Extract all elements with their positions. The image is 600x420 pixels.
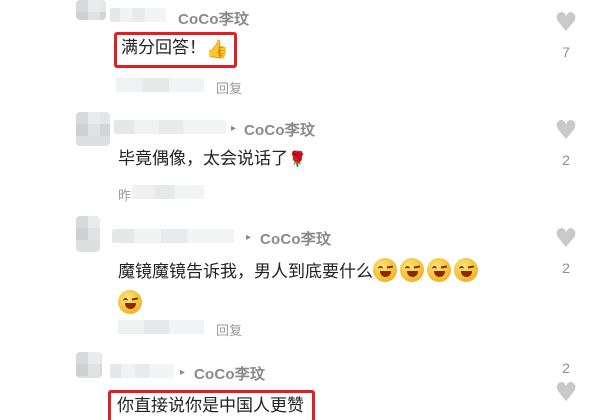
comment-text: 毕竟偶像，太会说话了🌹: [118, 149, 307, 169]
grinning-emoji-icon: [427, 258, 451, 282]
like-count: 2: [562, 260, 570, 276]
thumbs-up-emoji-icon: 👍: [206, 39, 229, 60]
blurred-username[interactable]: [114, 120, 226, 134]
like-count: 2: [562, 152, 570, 168]
reply-to-username[interactable]: CoCo李玟: [178, 8, 249, 29]
blurred-username[interactable]: [110, 8, 166, 22]
comment-item: ▸ CoCo李玟 魔镜魔镜告诉我，男人到底要什么 回复 ♥ 2: [0, 216, 600, 346]
like-button[interactable]: ♥ 2: [551, 226, 581, 276]
reply-arrow-icon: ▸: [246, 232, 252, 243]
blurred-username[interactable]: [110, 364, 174, 378]
reply-to-username[interactable]: CoCo李玟: [244, 119, 315, 140]
blurred-username[interactable]: [112, 229, 234, 243]
like-count: 7: [562, 44, 570, 60]
heart-icon: ♥: [554, 8, 578, 38]
like-button[interactable]: ♥ 7: [551, 10, 581, 60]
like-button[interactable]: 2 ♥: [551, 360, 581, 406]
grinning-emoji-icon: [400, 258, 424, 282]
reply-button[interactable]: 回复: [216, 320, 242, 339]
like-count: 2: [562, 360, 570, 376]
grinning-emoji-icon: [118, 290, 142, 314]
avatar[interactable]: [76, 352, 102, 378]
blurred-timestamp: [116, 78, 204, 92]
heart-icon: ♥: [554, 378, 578, 408]
rose-emoji-icon: 🌹: [288, 150, 307, 168]
blurred-timestamp: [118, 320, 204, 334]
avatar[interactable]: [76, 216, 100, 252]
timestamp: 昨: [118, 189, 132, 204]
comment-text: 满分回答！👍: [114, 32, 238, 68]
comment-item: CoCo李玟 满分回答！👍 回复 ♥ 7: [0, 0, 600, 100]
reply-arrow-icon: ▸: [231, 123, 237, 134]
grinning-emoji-icon: [454, 258, 478, 282]
avatar[interactable]: [76, 112, 110, 146]
reply-to-username[interactable]: CoCo李玟: [260, 228, 331, 249]
comment-item: ▸ CoCo李玟 毕竟偶像，太会说话了🌹 昨 ♥ 2: [0, 112, 600, 204]
heart-icon: ♥: [554, 116, 578, 146]
heart-icon: ♥: [554, 224, 578, 254]
comment-text: 魔镜魔镜告诉我，男人到底要什么: [118, 256, 528, 320]
reply-button[interactable]: 回复: [216, 78, 242, 97]
grinning-emoji-icon: [373, 258, 397, 282]
reply-to-username[interactable]: CoCo李玟: [194, 363, 265, 384]
like-button[interactable]: ♥ 2: [551, 118, 581, 168]
comment-item: ▸ CoCo李玟 你直接说你是中国人更赞 2 ♥: [0, 352, 600, 420]
avatar[interactable]: [76, 0, 106, 20]
comment-text: 你直接说你是中国人更赞: [108, 390, 315, 420]
reply-arrow-icon: ▸: [180, 367, 186, 378]
blurred-timestamp: [132, 185, 204, 199]
